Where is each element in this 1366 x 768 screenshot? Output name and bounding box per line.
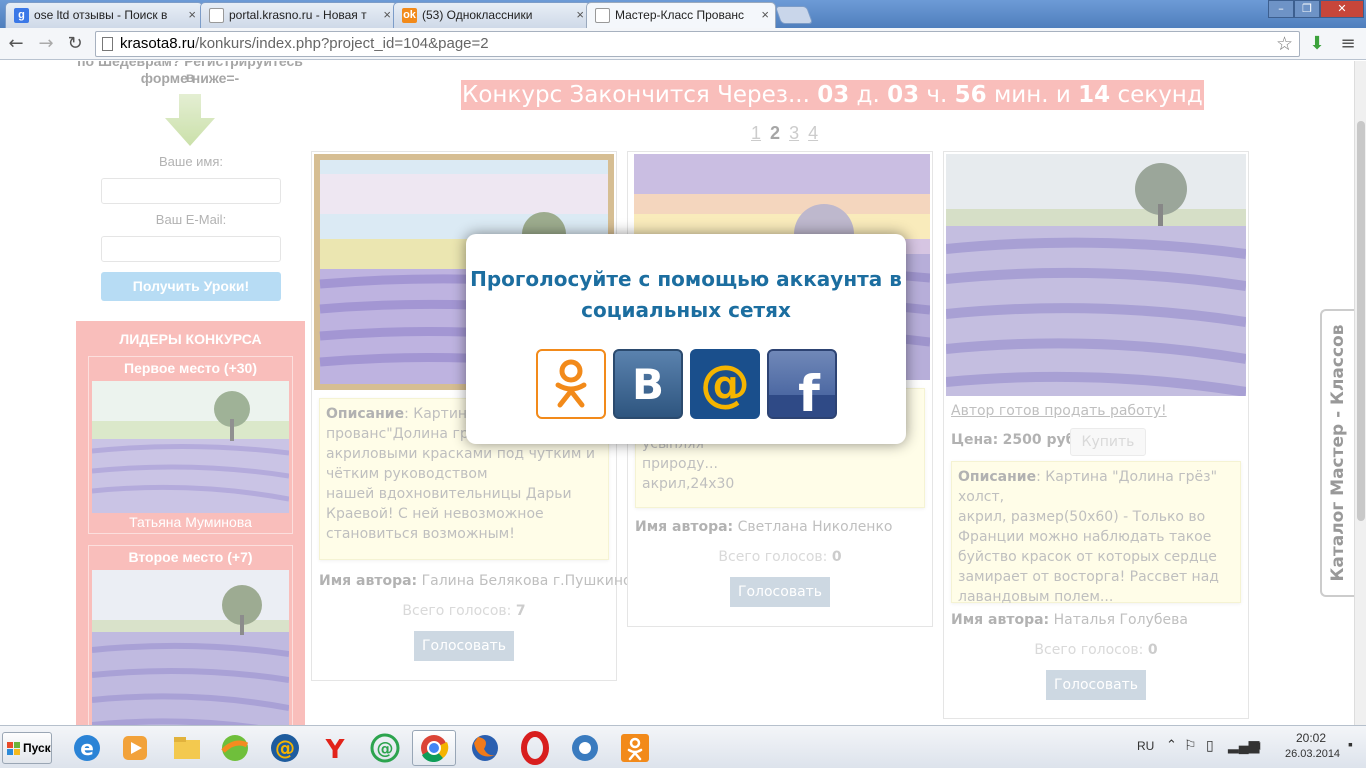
browser-tab-strip: g ose ltd отзывы - Поиск в × portal.kras… [0,0,1366,28]
app-ball-icon[interactable] [218,731,252,765]
svg-text:@: @ [275,736,295,760]
svg-text:@: @ [377,739,394,759]
modal-title-line: Проголосуйте с помощью аккаунта в [470,267,902,291]
catalog-side-tab[interactable]: Каталог Мастер - Классов [1320,309,1354,597]
page-icon [595,8,610,23]
reload-icon[interactable]: ↻ [63,32,87,56]
icq-agent-icon[interactable]: @ [368,731,402,765]
action-center-flag-icon[interactable]: ⚐ [1184,737,1197,754]
mailru-glyph: @ [700,355,750,413]
show-hidden-icons-icon[interactable]: ⌃ [1166,737,1177,753]
catalog-tab-label: Каталог Мастер - Классов [1328,324,1348,582]
vpn-client-icon[interactable] [568,731,602,765]
page-icon [102,37,113,51]
opera-icon[interactable] [518,731,552,765]
chrome-taskbar-button[interactable] [412,730,456,766]
new-tab-button[interactable] [774,6,814,24]
svg-text:e: e [80,736,94,760]
clock-time[interactable]: 20:02 [1296,731,1326,745]
tab-title: portal.krasno.ru - Новая т [229,8,367,22]
address-bar[interactable]: krasota8.ru/konkurs/index.php?project_id… [95,31,1300,57]
vk-glyph: B [632,360,664,409]
back-arrow-icon[interactable]: ← [4,32,28,56]
device-icon[interactable]: ▯ [1206,737,1214,754]
odnoklassniki-icon [555,359,587,408]
odnoklassniki-icon: ok [402,8,417,23]
volume-icon[interactable]: 🔈︎ [1256,737,1264,754]
windows-taskbar: Пуск e @ Y @ RU ⌃ ⚐ ▯ ▂▄▆ 🔈︎ 20:02 26.03… [0,725,1366,768]
clock-date[interactable]: 26.03.2014 [1285,748,1340,760]
tab-close-icon[interactable]: × [383,7,391,22]
firefox-icon[interactable] [468,731,502,765]
language-indicator[interactable]: RU [1137,739,1154,753]
mail-agent-icon[interactable]: @ [268,731,302,765]
browser-tab-master-class[interactable]: Мастер-Класс Прованс × [586,2,776,28]
vkontakte-login-button[interactable]: B [613,349,683,419]
windows-flag-icon [7,742,20,755]
forward-arrow-icon[interactable]: → [34,32,58,56]
url-path: /konkurs/index.php?project_id=104&page=2 [195,35,489,52]
facebook-login-button[interactable]: f [767,349,837,419]
restore-window-button[interactable]: ❐ [1294,0,1320,18]
tab-title: ose ltd отзывы - Поиск в [34,8,168,22]
media-player-icon[interactable] [118,731,152,765]
browser-tab-portal[interactable]: portal.krasno.ru - Новая т × [200,2,398,28]
google-icon: g [14,8,29,23]
tab-close-icon[interactable]: × [576,7,584,22]
vkontakte-icon: B [632,360,664,409]
file-explorer-icon[interactable] [170,731,204,765]
url-host: krasota8.ru [120,35,196,52]
chrome-menu-icon[interactable]: ≡ [1336,32,1360,56]
tab-title: Мастер-Класс Прованс [615,8,745,22]
tab-title: (53) Одноклассники [422,8,533,22]
mailru-icon: @ [700,355,750,413]
odnoklassniki-taskbar-icon[interactable] [618,731,652,765]
modal-title: Проголосуйте с помощью аккаунта в социал… [466,264,906,326]
page-scrollbar[interactable] [1354,61,1366,725]
tab-close-icon[interactable]: × [761,7,769,22]
start-button[interactable]: Пуск [2,732,52,764]
chrome-icon [421,735,449,763]
internet-explorer-icon[interactable]: e [70,731,104,765]
network-signal-icon[interactable]: ▂▄▆ [1228,737,1259,754]
odnoklassniki-login-button[interactable] [536,349,606,419]
bookmark-star-icon[interactable]: ☆ [1276,33,1293,55]
browser-toolbar: ← → ↻ krasota8.ru/konkurs/index.php?proj… [0,28,1366,60]
browser-tab-odnoklassniki[interactable]: ok (53) Одноклассники × [393,2,591,28]
facebook-glyph: f [798,365,821,417]
svg-text:Y: Y [325,735,346,765]
mailru-login-button[interactable]: @ [690,349,760,419]
browser-tab-google-search[interactable]: g ose ltd отзывы - Поиск в × [5,2,203,28]
facebook-icon: f [769,365,835,417]
scrollbar-thumb[interactable] [1357,121,1365,521]
download-extension-icon[interactable]: ⬇ [1305,32,1329,56]
close-window-button[interactable]: ✕ [1320,0,1364,18]
show-desktop-icon[interactable]: ▪ [1348,736,1353,752]
start-label: Пуск [23,741,51,755]
tab-close-icon[interactable]: × [188,7,196,22]
yandex-browser-icon[interactable]: Y [318,731,352,765]
page-icon [209,8,224,23]
minimize-window-button[interactable]: – [1268,0,1294,18]
social-vote-modal: Проголосуйте с помощью аккаунта в социал… [466,234,906,444]
modal-title-line: социальных сетях [581,298,791,322]
page-content: по Шедеврам? Регистрируйтесь в форме ниж… [0,61,1354,725]
